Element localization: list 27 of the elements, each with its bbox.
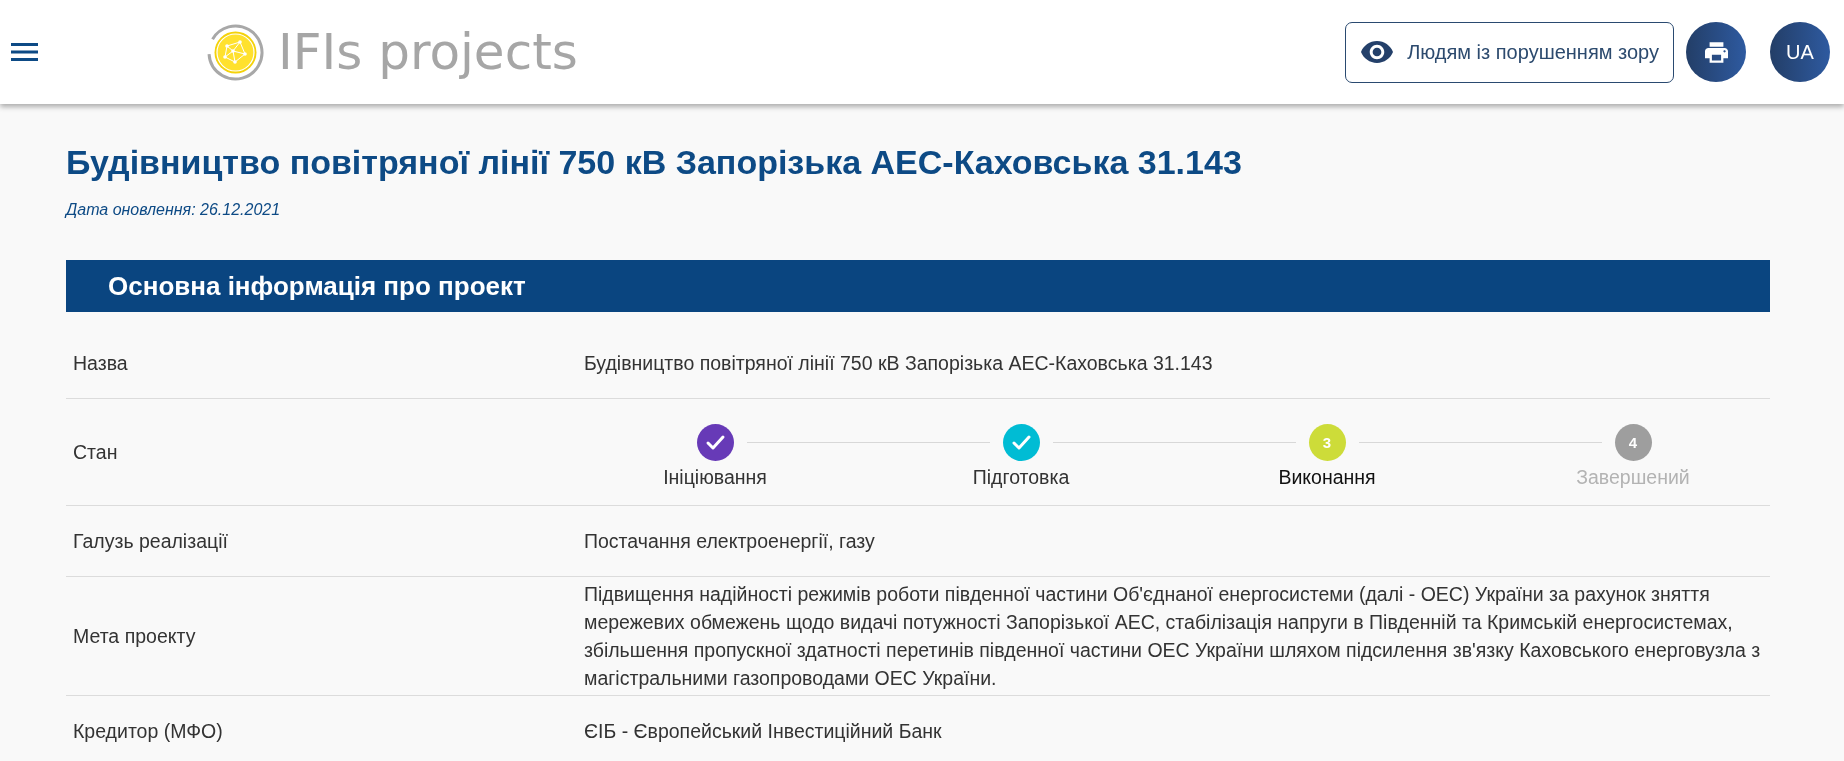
field-label: Мета проекту [72, 624, 196, 649]
step-label: Ініціювання [663, 465, 767, 490]
eye-icon [1361, 41, 1394, 63]
field-label: Назва [72, 351, 128, 376]
accessibility-button[interactable]: Людям із порушенням зору [1345, 21, 1674, 83]
print-button[interactable] [1686, 22, 1746, 82]
logo-text: IFIs projects [278, 27, 578, 77]
step-label: Підготовка [972, 465, 1070, 490]
menu-icon [11, 43, 38, 61]
field-value: ЄІБ - Європейський Інвестиційний Банк [584, 719, 943, 744]
field-value: Постачання електроенергії, газу [584, 529, 876, 554]
logo-icon [207, 23, 264, 81]
update-date: Дата оновлення: 26.12.2021 [66, 200, 282, 220]
step-number: 4 [1614, 424, 1652, 461]
page-title: Будівництво повітряної лінії 750 кВ Запорізька АЕС-Каховська 31.143 [66, 142, 1243, 183]
step-number: 3 [1308, 424, 1346, 461]
field-value: Підвищення надійності режимів роботи південної частини Об'єднаної енергосистеми (далі - ОЕС) України за рахунок зняття мережевих обмежень щодо видачі потужності Запорізької АЕС, стабілізація напруги в Південній та Кримській енергосистемах, збільшення пропускної здатності перетинів південної частини ОЕС України шляхом підсилення зв'язку Каховського енерговузла з магістральними газопроводами ОЕС України. [584, 582, 1762, 691]
printer-icon [1704, 41, 1728, 63]
step-label: Завершений [1576, 465, 1690, 490]
language-button[interactable]: UA [1770, 22, 1830, 82]
field-label: Стан [72, 440, 118, 465]
field-label: Кредитор (МФО) [72, 719, 223, 744]
section-header: Основна інформація про проект [66, 260, 1770, 312]
menu-button[interactable] [11, 43, 38, 61]
field-label: Галузь реалізації [72, 529, 228, 554]
field-value: Будівництво повітряної лінії 750 кВ Запорізька АЕС-Каховська 31.143 [584, 351, 1214, 376]
step-label: Виконання [1278, 465, 1376, 490]
